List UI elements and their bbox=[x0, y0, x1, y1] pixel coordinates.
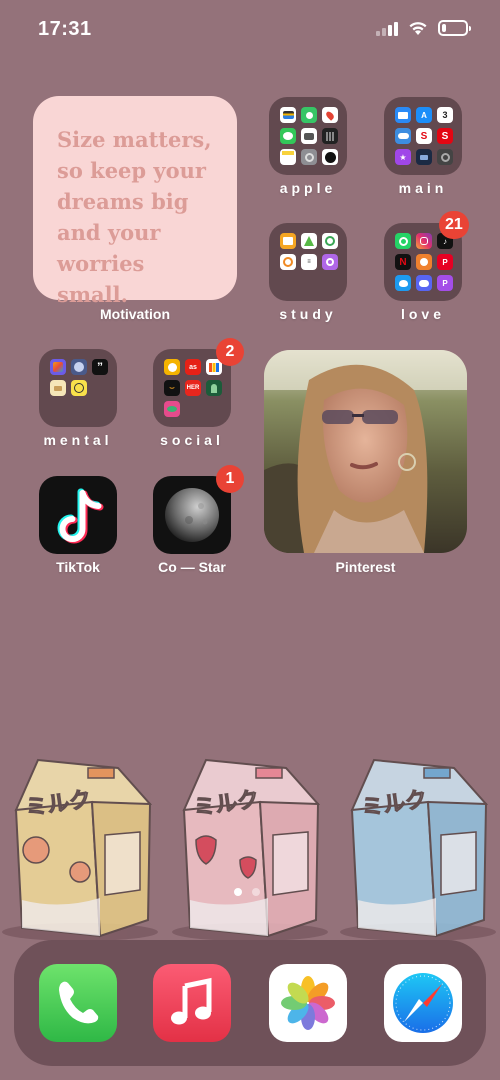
page-dot[interactable] bbox=[234, 888, 242, 896]
app-store-icon: A bbox=[416, 107, 432, 123]
journal-icon bbox=[50, 380, 66, 396]
quote-line: dreams big bbox=[57, 189, 189, 214]
bank-alt-icon: S bbox=[437, 128, 453, 144]
folder-label-mental: mental bbox=[43, 432, 113, 448]
weather-icon bbox=[395, 128, 411, 144]
smile-icon bbox=[71, 380, 87, 396]
quote-line: and your bbox=[57, 220, 161, 245]
page-dot[interactable] bbox=[252, 888, 260, 896]
sleep-icon bbox=[71, 359, 87, 375]
folder-label-study: study bbox=[279, 306, 337, 322]
quote-line: so keep your bbox=[57, 158, 206, 183]
discord-icon bbox=[416, 275, 432, 291]
bank-icon: S bbox=[416, 128, 432, 144]
folder-study[interactable]: ≡ bbox=[269, 223, 347, 301]
lastfm-icon: as bbox=[185, 359, 201, 375]
battery-icon bbox=[438, 20, 471, 36]
phone-icon bbox=[59, 981, 99, 1024]
cellular-signal-icon bbox=[376, 20, 398, 36]
photos-icon bbox=[281, 976, 335, 1030]
milk-carton-wallpaper: ミルク ミルク ミルク bbox=[2, 758, 496, 940]
safari-app[interactable] bbox=[384, 964, 462, 1042]
tiktok-label: TikTok bbox=[56, 559, 100, 575]
whatsapp-icon bbox=[395, 233, 411, 249]
maps-icon bbox=[322, 107, 338, 123]
music-icon bbox=[171, 977, 212, 1025]
calendar-icon: 3 bbox=[437, 107, 453, 123]
folder-label-social: social bbox=[160, 432, 224, 448]
reader-icon bbox=[206, 380, 222, 396]
forest-icon bbox=[301, 233, 317, 249]
tiktok-app[interactable] bbox=[39, 476, 117, 554]
folder-main[interactable]: A 3 S S ★ bbox=[384, 97, 462, 175]
flow-icon bbox=[50, 359, 66, 375]
pinterest-photo-widget[interactable] bbox=[264, 350, 467, 553]
wifi-icon bbox=[409, 22, 427, 35]
wallet-icon bbox=[280, 107, 296, 123]
milk-carton-yellow: ミルク bbox=[14, 758, 153, 938]
milk-carton-blue: ミルク bbox=[350, 758, 489, 938]
her-app-icon: HER bbox=[185, 380, 201, 396]
camera-icon bbox=[301, 128, 317, 144]
remote-icon bbox=[416, 149, 432, 165]
pinterest-icon: P bbox=[437, 254, 453, 270]
photos-app[interactable] bbox=[269, 964, 347, 1042]
bumble-icon bbox=[164, 359, 180, 375]
status-icons bbox=[376, 20, 471, 36]
quote-line: Size matters, bbox=[57, 127, 212, 152]
notes-icon bbox=[280, 149, 296, 165]
dock bbox=[14, 940, 486, 1066]
clock-icon bbox=[322, 149, 338, 165]
watch-icon bbox=[437, 149, 453, 165]
motivation-widget[interactable]: Size matters, so keep your dreams big an… bbox=[33, 96, 237, 307]
quote-text: Size matters, so keep your dreams big an… bbox=[57, 124, 215, 310]
quote-line: worries small. bbox=[57, 251, 145, 307]
notification-badge: 1 bbox=[216, 465, 244, 493]
milk-carton-pink: ミルク bbox=[182, 758, 321, 938]
amazon-icon: ⌣ bbox=[164, 380, 180, 396]
folder-label-love: love bbox=[400, 306, 445, 322]
find-my-icon bbox=[301, 107, 317, 123]
folder-label-apple: apple bbox=[279, 180, 337, 196]
tiktok-icon bbox=[57, 488, 104, 544]
news-icon: ≡ bbox=[301, 254, 317, 270]
folder-label-main: main bbox=[398, 180, 448, 196]
netflix-icon: N bbox=[395, 254, 411, 270]
messages-icon bbox=[280, 128, 296, 144]
picsart-icon: P bbox=[437, 275, 453, 291]
page-indicator[interactable] bbox=[234, 888, 260, 896]
folder-mental[interactable]: ” bbox=[39, 349, 117, 427]
podcasts-icon bbox=[322, 254, 338, 270]
motivation-widget-label: Motivation bbox=[100, 306, 170, 322]
settings-icon bbox=[301, 149, 317, 165]
status-bar: 17:31 bbox=[0, 0, 500, 60]
portrait-photo bbox=[264, 350, 467, 553]
calculator-icon bbox=[322, 128, 338, 144]
notification-badge: 2 bbox=[216, 338, 244, 366]
notification-badge: 21 bbox=[439, 211, 469, 239]
itunes-star-icon: ★ bbox=[395, 149, 411, 165]
palm-icon bbox=[164, 401, 180, 417]
gym-icon bbox=[322, 233, 338, 249]
clock-time: 17:31 bbox=[38, 18, 92, 40]
costar-label: Co — Star bbox=[158, 559, 226, 575]
vpn-icon bbox=[416, 254, 432, 270]
folder-apple[interactable] bbox=[269, 97, 347, 175]
safari-icon bbox=[393, 973, 453, 1033]
instagram-icon bbox=[416, 233, 432, 249]
pinterest-widget-label: Pinterest bbox=[335, 559, 396, 575]
timer-icon bbox=[280, 254, 296, 270]
phone-app[interactable] bbox=[39, 964, 117, 1042]
quotes-icon: ” bbox=[92, 359, 108, 375]
twitter-icon bbox=[395, 275, 411, 291]
books-icon bbox=[280, 233, 296, 249]
music-app[interactable] bbox=[153, 964, 231, 1042]
mail-icon bbox=[395, 107, 411, 123]
